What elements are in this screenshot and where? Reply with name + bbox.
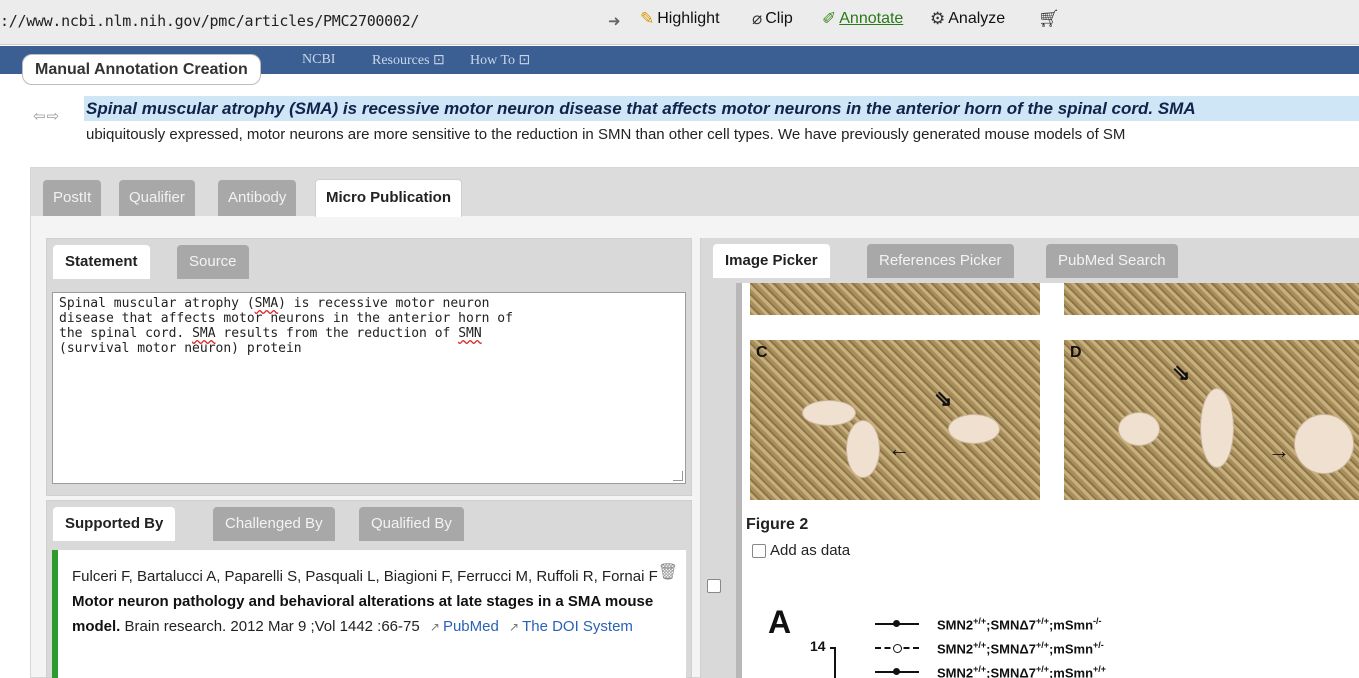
arrow-marker-icon: → bbox=[1268, 438, 1290, 463]
tab-pubmed-search[interactable]: PubMed Search bbox=[1046, 244, 1178, 278]
chevron-down-icon: ⊡ bbox=[433, 53, 445, 68]
address-bar[interactable]: ://www.ncbi.nlm.nih.gov/pmc/articles/PMC… bbox=[0, 12, 419, 30]
pubmed-link[interactable]: PubMed bbox=[443, 618, 499, 635]
clip-button[interactable]: ⌀ Clip bbox=[752, 9, 793, 29]
resize-handle[interactable] bbox=[673, 471, 683, 481]
cart-icon: 🛒︎ bbox=[1038, 9, 1060, 28]
add-as-data-option[interactable]: Add as data bbox=[752, 542, 850, 559]
ncbi-logo[interactable]: NCBI bbox=[302, 52, 335, 68]
gears-icon: ⚙ bbox=[930, 9, 946, 28]
arrow-right-icon: ⇨ bbox=[46, 108, 61, 125]
tab-antibody[interactable]: Antibody bbox=[218, 180, 297, 216]
mouse-image bbox=[948, 414, 1000, 444]
tab-image-picker[interactable]: Image Picker bbox=[713, 244, 830, 278]
reference-citation: Fulceri F, Bartalucci A, Paparelli S, Pa… bbox=[72, 568, 658, 635]
legend-solid-marker bbox=[875, 668, 919, 676]
graph-panel-label: A bbox=[768, 604, 792, 640]
tab-qualifier[interactable]: Qualifier bbox=[119, 180, 195, 216]
sentence-nav-arrows[interactable]: ⇦⇨ bbox=[33, 107, 60, 125]
mouse-image bbox=[1294, 414, 1354, 474]
statement-textarea[interactable]: Spinal muscular atrophy (SMA) is recessi… bbox=[52, 292, 686, 484]
tab-micro-publication[interactable]: Micro Publication bbox=[315, 179, 463, 217]
analyze-button[interactable]: ⚙ Analyze bbox=[930, 9, 1005, 29]
manual-annotation-title: Manual Annotation Creation bbox=[22, 54, 261, 85]
paperclip-icon: ⌀ bbox=[752, 9, 763, 28]
external-link-icon: ↗ bbox=[429, 620, 440, 634]
figure-panel-d[interactable]: D → ⇘ bbox=[1064, 340, 1359, 500]
highlight-button[interactable]: ✎ Highlight bbox=[640, 9, 720, 29]
y-axis bbox=[834, 647, 836, 678]
arrow-marker-icon: ⇘ bbox=[1172, 360, 1191, 385]
tab-qualified-by[interactable]: Qualified By bbox=[359, 507, 464, 541]
tab-supported-by[interactable]: Supported By bbox=[53, 507, 176, 541]
y-axis-tick-label: 14 bbox=[810, 638, 826, 654]
figure-select-checkbox[interactable] bbox=[707, 579, 721, 593]
figure-panel-c[interactable]: C ← ⇘ bbox=[750, 340, 1040, 500]
trash-icon[interactable]: 🗑︎ bbox=[658, 562, 678, 582]
legend-entry: SMN2+/+;SMNΔ7+/+;mSmn+/- bbox=[875, 640, 1104, 656]
doi-link[interactable]: The DOI System bbox=[522, 618, 633, 635]
tab-postit[interactable]: PostIt bbox=[43, 180, 102, 216]
mouse-image bbox=[846, 420, 880, 478]
browser-toolbar: ://www.ncbi.nlm.nih.gov/pmc/articles/PMC… bbox=[0, 0, 1359, 45]
arrow-marker-icon: ⇘ bbox=[934, 386, 953, 411]
figure-title: Figure 2 bbox=[746, 516, 809, 533]
sentence-continuation: ubiquitously expressed, motor neurons ar… bbox=[86, 126, 1126, 143]
mouse-image bbox=[1200, 388, 1234, 468]
legend-entry: SMN2+/+;SMNΔ7+/+;mSmn+/+ bbox=[875, 664, 1106, 678]
legend-solid-marker bbox=[875, 620, 919, 628]
pencil-icon: ✐ bbox=[822, 9, 837, 28]
tab-challenged-by[interactable]: Challenged By bbox=[213, 507, 335, 541]
external-link-icon: ↗ bbox=[509, 620, 520, 634]
arrow-marker-icon: ← bbox=[888, 436, 910, 461]
tab-statement[interactable]: Statement bbox=[53, 245, 150, 279]
tab-references-picker[interactable]: References Picker bbox=[867, 244, 1014, 278]
menu-how-to[interactable]: How To ⊡ bbox=[470, 52, 530, 69]
menu-resources[interactable]: Resources ⊡ bbox=[372, 52, 445, 69]
y-axis-tick bbox=[830, 647, 836, 649]
save-button[interactable]: 🛒︎ bbox=[1038, 9, 1060, 29]
legend-entry: SMN2+/+;SMNΔ7+/+;mSmn-/- bbox=[875, 616, 1102, 632]
chevron-down-icon: ⊡ bbox=[518, 53, 531, 68]
figure-image-top-right[interactable] bbox=[1064, 283, 1359, 315]
annotation-tabs: PostIt Qualifier Antibody Micro Publicat… bbox=[31, 168, 1359, 217]
legend-dashed-marker bbox=[875, 644, 919, 654]
arrow-left-icon: ⇦ bbox=[33, 108, 47, 125]
go-arrow-icon[interactable]: ➜ bbox=[608, 12, 621, 30]
tab-source[interactable]: Source bbox=[177, 245, 249, 279]
reference-card: Fulceri F, Bartalucci A, Paparelli S, Pa… bbox=[52, 550, 686, 678]
mouse-image bbox=[1118, 412, 1160, 446]
add-as-data-checkbox[interactable] bbox=[752, 543, 766, 558]
annotate-button[interactable]: ✐ Annotate bbox=[822, 9, 903, 29]
selected-sentence: Spinal muscular atrophy (SMA) is recessi… bbox=[84, 96, 1359, 121]
mouse-image bbox=[802, 400, 856, 426]
figure-image-top-left[interactable] bbox=[750, 283, 1040, 315]
highlighter-icon: ✎ bbox=[640, 9, 655, 28]
